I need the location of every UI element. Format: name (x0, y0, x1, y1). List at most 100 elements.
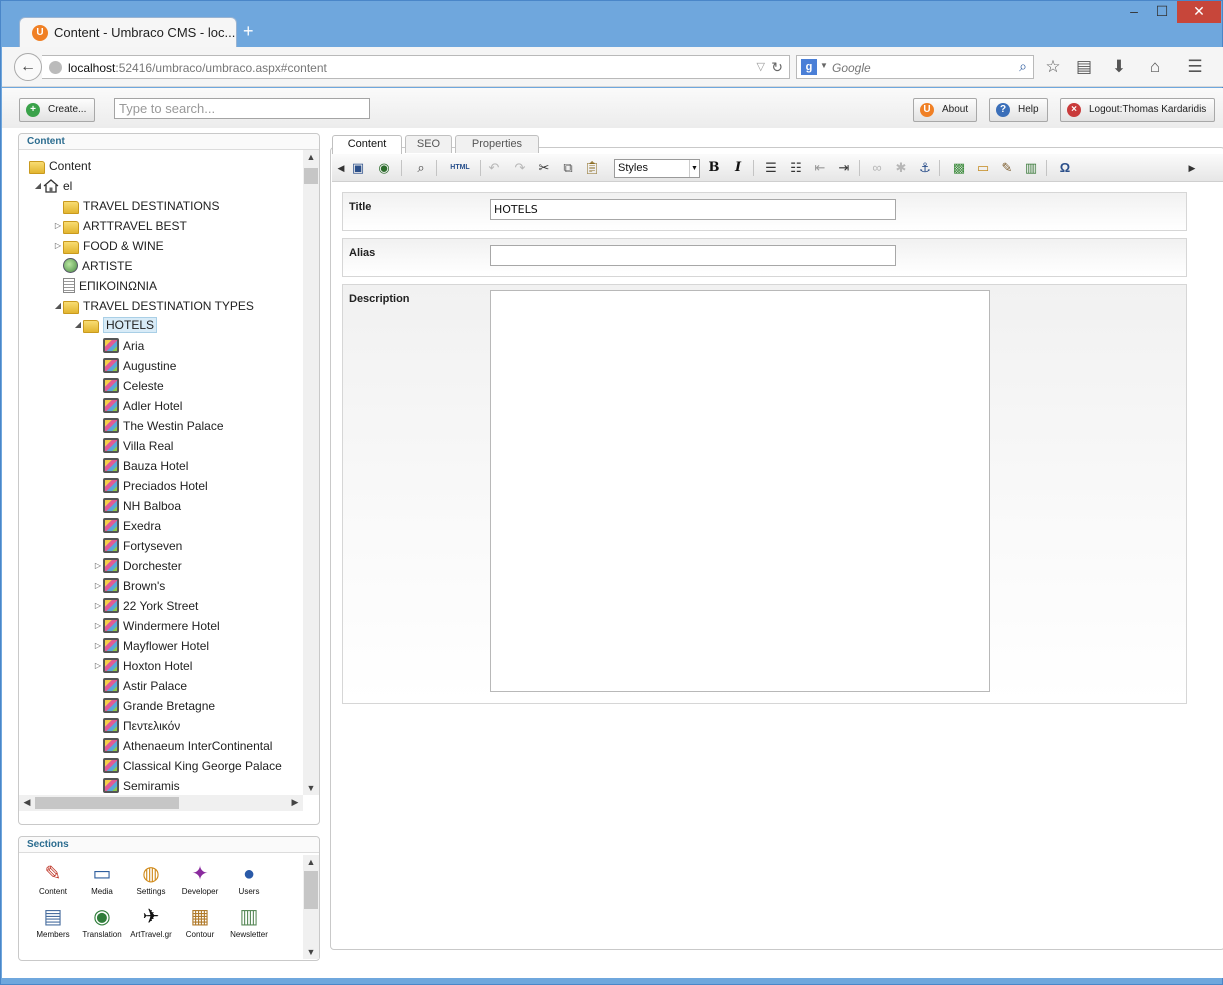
engine-dropdown-icon[interactable]: ▼ (820, 61, 828, 70)
reload-icon[interactable]: ↻ (771, 59, 783, 76)
expand-arrow-icon[interactable]: ▷ (93, 637, 103, 655)
close-window-icon[interactable]: ✕ (1177, 1, 1221, 23)
tree-node-hotel[interactable]: ▷ Brown's (93, 577, 165, 595)
tree-node-hotel[interactable]: Astir Palace (93, 677, 187, 695)
numbered-list-icon[interactable]: ☷ (787, 160, 805, 176)
cut-icon[interactable]: ✂ (535, 160, 553, 176)
tree-node[interactable]: ▷ FOOD & WINE (53, 237, 164, 255)
tree-node-hotel[interactable]: Augustine (93, 357, 176, 375)
insert-image-icon[interactable]: ▩ (950, 160, 968, 176)
collapse-arrow-icon[interactable]: ◢ (33, 177, 43, 195)
maximize-icon[interactable]: ☐ (1147, 1, 1177, 23)
scroll-thumb[interactable] (304, 168, 318, 184)
undo-icon[interactable]: ↶ (485, 160, 503, 176)
insert-form-icon[interactable]: ✎ (998, 160, 1016, 176)
bold-button[interactable]: B (705, 160, 723, 176)
create-button[interactable]: + Create... (19, 98, 96, 122)
tree-node[interactable]: ARTISTE (53, 257, 132, 275)
toolbar-scroll-right-icon[interactable]: ▶ (1183, 160, 1201, 176)
section-members[interactable]: ▤ Members (28, 906, 78, 939)
logout-button[interactable]: × Logout:Thomas Kardaridis (1060, 98, 1216, 122)
tree-node-hotel[interactable]: Classical King George Palace (93, 757, 282, 775)
tree-node-hotel[interactable]: ▷ 22 York Street (93, 597, 198, 615)
back-button[interactable]: ← (14, 53, 42, 81)
scroll-thumb[interactable] (35, 797, 179, 809)
redo-icon[interactable]: ↷ (511, 160, 529, 176)
home-icon[interactable]: ⌂ (1144, 57, 1166, 77)
expand-arrow-icon[interactable]: ▷ (93, 577, 103, 595)
expand-arrow-icon[interactable]: ▷ (93, 597, 103, 615)
expand-arrow-icon[interactable]: ▷ (53, 237, 63, 255)
tree-node-hotel[interactable]: Adler Hotel (93, 397, 182, 415)
save-publish-icon[interactable]: ◉ (375, 160, 393, 176)
section-media[interactable]: ▭ Media (77, 863, 127, 896)
html-source-button[interactable]: HTML (445, 160, 475, 176)
tree-node-content-root[interactable]: Content (29, 157, 91, 175)
copy-icon[interactable]: ⧉ (559, 160, 577, 176)
tree-node-hotel[interactable]: Aria (93, 337, 144, 355)
expand-arrow-icon[interactable]: ▷ (93, 657, 103, 675)
new-tab-button[interactable]: + (243, 21, 254, 42)
tree-node-hotel[interactable]: ▷ Dorchester (93, 557, 182, 575)
tree-search-input[interactable] (114, 98, 370, 119)
indent-icon[interactable]: ⇥ (835, 160, 853, 176)
expand-arrow-icon[interactable]: ▷ (93, 617, 103, 635)
tree-node-hotels-selected[interactable]: ◢ HOTELS (73, 316, 158, 334)
alias-input[interactable] (490, 245, 896, 266)
scroll-down-icon[interactable]: ▼ (303, 947, 319, 957)
tree-vertical-scrollbar[interactable]: ▲ ▼ (303, 150, 319, 795)
tree-node-hotel[interactable]: Preciados Hotel (93, 477, 208, 495)
tree-node-hotel[interactable]: ▷ Windermere Hotel (93, 617, 220, 635)
tree-node[interactable]: TRAVEL DESTINATIONS (53, 197, 219, 215)
tree-node-hotel[interactable]: NH Balboa (93, 497, 181, 515)
collapse-arrow-icon[interactable]: ◢ (53, 297, 63, 315)
tree-node-hotel[interactable]: Semiramis (93, 777, 180, 795)
section-content[interactable]: ✎ Content (28, 863, 78, 896)
tree-node-hotel[interactable]: Athenaeum InterContinental (93, 737, 272, 755)
collapse-arrow-icon[interactable]: ◢ (73, 316, 83, 334)
styles-dropdown[interactable]: Styles ▼ (614, 159, 700, 178)
tree-node-hotel[interactable]: The Westin Palace (93, 417, 224, 435)
section-developer[interactable]: ✦ Developer (175, 863, 225, 896)
scroll-right-icon[interactable]: ▶ (287, 797, 303, 808)
bullet-list-icon[interactable]: ☰ (762, 160, 780, 176)
insert-media-icon[interactable]: ▥ (1022, 160, 1040, 176)
about-button[interactable]: U About (913, 98, 978, 122)
browser-tab[interactable]: U Content - Umbraco CMS - loc... (19, 17, 237, 47)
tree-node-el[interactable]: ◢ el (33, 177, 72, 195)
scroll-down-icon[interactable]: ▼ (303, 783, 319, 793)
unlink-icon[interactable]: ✱ (892, 160, 910, 176)
scroll-up-icon[interactable]: ▲ (303, 152, 319, 162)
bookmark-star-icon[interactable]: ☆ (1042, 57, 1064, 77)
title-input[interactable] (490, 199, 896, 220)
anchor-icon[interactable]: ⚓ (916, 160, 934, 176)
insert-macro-icon[interactable]: ▭ (974, 160, 992, 176)
address-bar[interactable]: localhost:52416/umbraco/umbraco.aspx#con… (42, 55, 790, 79)
tree-node-hotel[interactable]: ▷ Hoxton Hotel (93, 657, 192, 675)
tab-content[interactable]: Content (332, 135, 402, 154)
scroll-thumb[interactable] (304, 871, 318, 909)
tree-node-hotel[interactable]: Grande Bretagne (93, 697, 215, 715)
toolbar-scroll-left-icon[interactable]: ◀ (332, 160, 350, 176)
expand-arrow-icon[interactable]: ▷ (53, 217, 63, 235)
tree-node[interactable]: ΕΠΙΚΟΙΝΩΝΙΑ (53, 277, 157, 295)
help-button[interactable]: ? Help (989, 98, 1048, 122)
preview-icon[interactable]: ⌕ (412, 160, 430, 176)
tree-node[interactable]: ▷ ARTTRAVEL BEST (53, 217, 187, 235)
section-contour[interactable]: ▦ Contour (175, 906, 225, 939)
tree-node-hotel[interactable]: Villa Real (93, 437, 173, 455)
tree-node-hotel[interactable]: Fortyseven (93, 537, 182, 555)
tree-node-hotel[interactable]: Exedra (93, 517, 161, 535)
paste-icon[interactable]: 📋︎ (583, 160, 601, 176)
italic-button[interactable]: I (729, 160, 747, 176)
tree-node-hotel[interactable]: ▷ Mayflower Hotel (93, 637, 209, 655)
description-editor-area[interactable] (490, 290, 990, 692)
section-settings[interactable]: ◍ Settings (126, 863, 176, 896)
section-newsletter[interactable]: ▥ Newsletter (224, 906, 274, 939)
google-icon[interactable]: g (801, 59, 817, 75)
web-search-bar[interactable]: g ▼ Google ⌕ (796, 55, 1034, 79)
minimize-icon[interactable]: – (1119, 1, 1149, 23)
sections-scrollbar[interactable]: ▲ ▼ (303, 855, 319, 959)
save-icon[interactable]: ▣ (349, 160, 367, 176)
tree-node-hotel[interactable]: Bauza Hotel (93, 457, 188, 475)
